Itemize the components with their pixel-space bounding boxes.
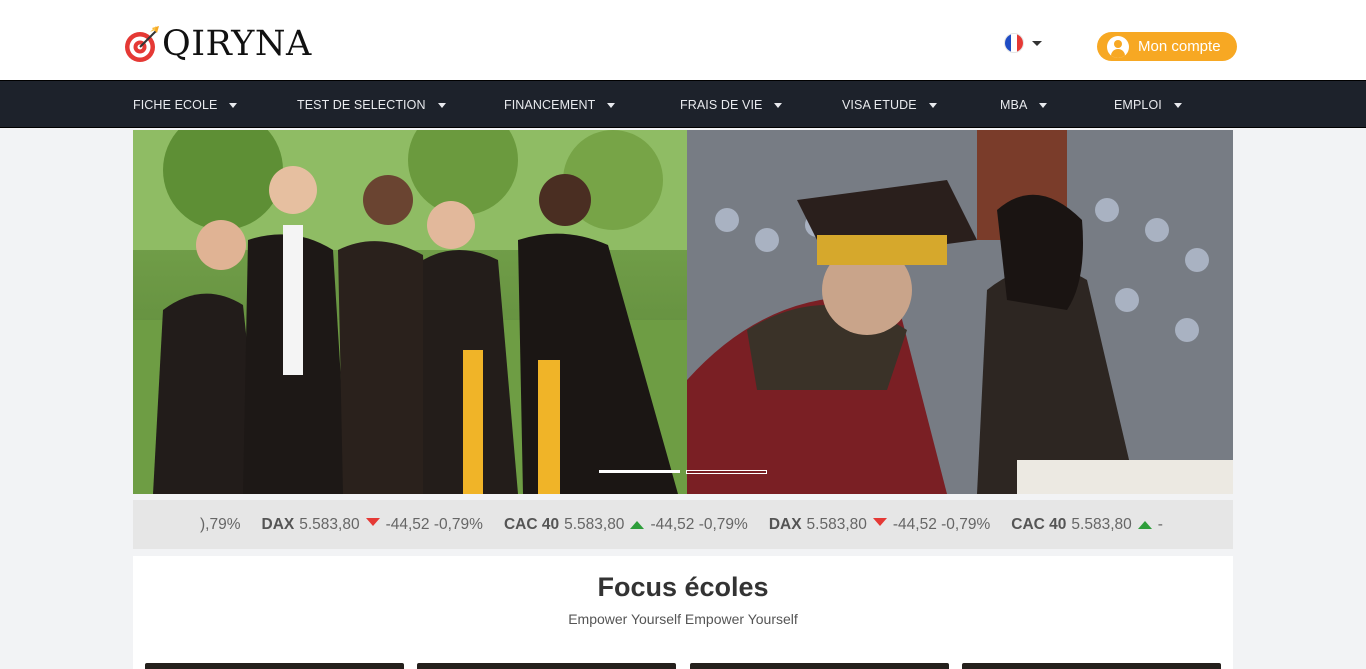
nav-item-test-de-selection[interactable]: TEST DE SELECTION [297, 81, 446, 129]
language-selector[interactable] [1004, 33, 1042, 53]
nav-item-frais-de-vie[interactable]: FRAIS DE VIE [680, 81, 783, 129]
slider-dots [599, 470, 767, 474]
ticker-change: - [1157, 515, 1163, 533]
nav-item-label: VISA ETUDE [842, 98, 917, 112]
school-card[interactable] [417, 663, 676, 669]
school-card[interactable] [690, 663, 949, 669]
slider-dot-active[interactable] [599, 470, 680, 473]
hero-slider[interactable] [133, 130, 1233, 494]
graduation-ceremony-photo [687, 130, 1233, 494]
ticker-change: -44,52 -0,79% [385, 515, 483, 533]
ticker-track: ),79% DAX 5.583,80 -44,52 -0,79% CAC 40 … [200, 500, 1184, 549]
nav-item-label: MBA [1000, 98, 1028, 112]
ticker-value: 5.583,80 [1071, 515, 1132, 533]
ticker-item: DAX 5.583,80 -44,52 -0,79% [262, 516, 483, 534]
user-icon [1107, 35, 1129, 58]
nav-item-mba[interactable]: MBA [1000, 81, 1048, 129]
school-card[interactable] [962, 663, 1221, 669]
ticker-change: -44,52 -0,79% [650, 515, 748, 533]
section-title: Focus écoles [597, 572, 769, 602]
chevron-down-icon [1039, 102, 1048, 108]
target-logo-icon [122, 24, 162, 64]
ticker-name: DAX [261, 515, 295, 533]
nav-item-label: FRAIS DE VIE [680, 98, 763, 112]
graduates-group-photo [133, 130, 687, 494]
ticker-value: 5.583,80 [299, 515, 360, 533]
nav-item-emploi[interactable]: EMPLOI [1114, 81, 1182, 129]
account-label: Mon compte [1138, 38, 1221, 55]
chevron-down-icon [1032, 40, 1042, 46]
section-subtitle: Empower Yourself Empower Yourself [568, 611, 798, 627]
logo-text: QIRYNA [162, 24, 312, 64]
focus-schools-section: Focus écoles Empower Yourself Empower Yo… [133, 556, 1233, 669]
up-arrow-icon [630, 520, 645, 529]
up-arrow-icon [1137, 520, 1152, 529]
ticker-name: DAX [768, 515, 802, 533]
top-header: QIRYNA Mon compte [0, 0, 1366, 80]
nav-item-financement[interactable]: FINANCEMENT [504, 81, 616, 129]
ticker-change: ),79% [200, 515, 241, 533]
ticker-item: DAX 5.583,80 -44,52 -0,79% [769, 516, 990, 534]
ticker-item: CAC 40 5.583,80 - [1011, 516, 1163, 534]
ticker-change: -44,52 -0,79% [892, 515, 991, 533]
slider-dot[interactable] [686, 470, 767, 474]
nav-item-fiche-ecole[interactable]: FICHE ECOLE [133, 81, 238, 129]
ticker-value: 5.583,80 [806, 515, 867, 533]
ticker-name: CAC 40 [503, 515, 560, 533]
down-arrow-icon [872, 517, 887, 526]
down-arrow-icon [365, 517, 380, 526]
chevron-down-icon [229, 102, 238, 108]
school-card[interactable] [145, 663, 404, 669]
ticker-item: CAC 40 5.583,80 -44,52 -0,79% [504, 516, 748, 534]
market-ticker: ),79% DAX 5.583,80 -44,52 -0,79% CAC 40 … [133, 500, 1233, 549]
chevron-down-icon [607, 102, 616, 108]
french-flag-icon [1004, 33, 1024, 53]
nav-item-label: TEST DE SELECTION [297, 98, 426, 112]
site-logo[interactable]: QIRYNA [122, 22, 312, 66]
chevron-down-icon [1173, 102, 1182, 108]
chevron-down-icon [437, 102, 446, 108]
chevron-down-icon [928, 102, 937, 108]
chevron-down-icon [774, 102, 783, 108]
nav-item-label: FINANCEMENT [504, 98, 596, 112]
ticker-name: CAC 40 [1011, 515, 1067, 533]
nav-item-label: EMPLOI [1114, 98, 1162, 112]
main-nav: FICHE ECOLE TEST DE SELECTION FINANCEMEN… [0, 80, 1366, 128]
ticker-value: 5.583,80 [564, 515, 625, 533]
account-button[interactable]: Mon compte [1097, 32, 1237, 61]
nav-item-label: FICHE ECOLE [133, 98, 218, 112]
ticker-item: ),79% [200, 516, 241, 534]
nav-item-visa-etude[interactable]: VISA ETUDE [842, 81, 937, 129]
